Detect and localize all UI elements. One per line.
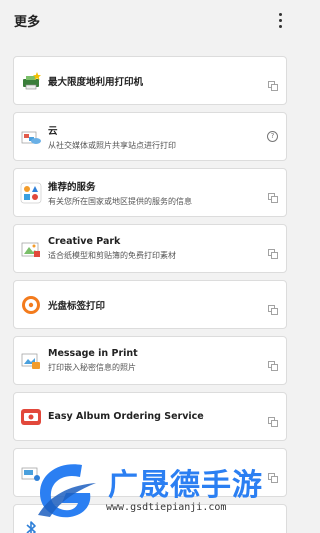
page-title: 更多: [14, 14, 41, 30]
external-link-icon: [268, 76, 278, 91]
shapes-icon: [20, 182, 42, 204]
item-title: Message in Print: [48, 348, 138, 359]
external-link-icon: [268, 300, 278, 315]
list-item-disc-label[interactable]: 光盘标签打印: [13, 280, 287, 329]
list-item-easy-album[interactable]: Easy Album Ordering Service: [13, 392, 287, 441]
item-title: Creative Park: [48, 236, 121, 247]
list-item-message-in-print[interactable]: Message in Print 打印嵌入秘密信息的照片: [13, 336, 287, 385]
external-link-icon: [268, 468, 278, 483]
item-title: 云: [48, 125, 58, 137]
list-item-creative-park[interactable]: Creative Park 适合纸模型和剪贴簿的免费打印素材: [13, 224, 287, 273]
item-title: 光盘标签打印: [48, 300, 106, 312]
more-vert-icon[interactable]: [272, 10, 288, 30]
album-icon: [20, 406, 42, 428]
external-link-icon: [268, 188, 278, 203]
help-icon[interactable]: ?: [267, 131, 278, 142]
list-item-cloud[interactable]: 云 从社交媒体或照片共享站点进行打印 ?: [13, 112, 287, 161]
list-item-maximize-printer[interactable]: 最大限度地利用打印机: [13, 56, 287, 105]
external-link-icon: [268, 244, 278, 259]
item-subtitle: 从社交媒体或照片共享站点进行打印: [48, 140, 176, 150]
bluetooth-icon: [20, 518, 42, 533]
list-item-obscured[interactable]: [13, 448, 287, 497]
item-title: 推荐的服务: [48, 181, 96, 193]
item-title: 最大限度地利用打印机: [48, 76, 144, 88]
creative-park-icon: [20, 238, 42, 260]
disc-label-icon: [20, 294, 42, 316]
list-item-bluetooth[interactable]: [13, 504, 287, 533]
item-subtitle: 打印嵌入秘密信息的照片: [48, 363, 136, 372]
external-link-icon: [268, 356, 278, 371]
top-bar: 更多: [0, 0, 300, 40]
item-title: Easy Album Ordering Service: [48, 411, 204, 422]
printer-icon: [20, 462, 42, 484]
item-subtitle: 适合纸模型和剪贴簿的免费打印素材: [48, 251, 176, 260]
cloud-icon: [20, 126, 42, 148]
item-subtitle: 有关您所在国家或地区提供的服务的信息: [48, 196, 192, 206]
printer-star-icon: [20, 70, 42, 92]
message-in-print-icon: [20, 350, 42, 372]
external-link-icon: [268, 412, 278, 427]
services-list: 最大限度地利用打印机 云 从社交媒体或照片共享站点进行打印 ? 推荐的服务 有关…: [0, 56, 300, 533]
list-item-recommended-services[interactable]: 推荐的服务 有关您所在国家或地区提供的服务的信息: [13, 168, 287, 217]
